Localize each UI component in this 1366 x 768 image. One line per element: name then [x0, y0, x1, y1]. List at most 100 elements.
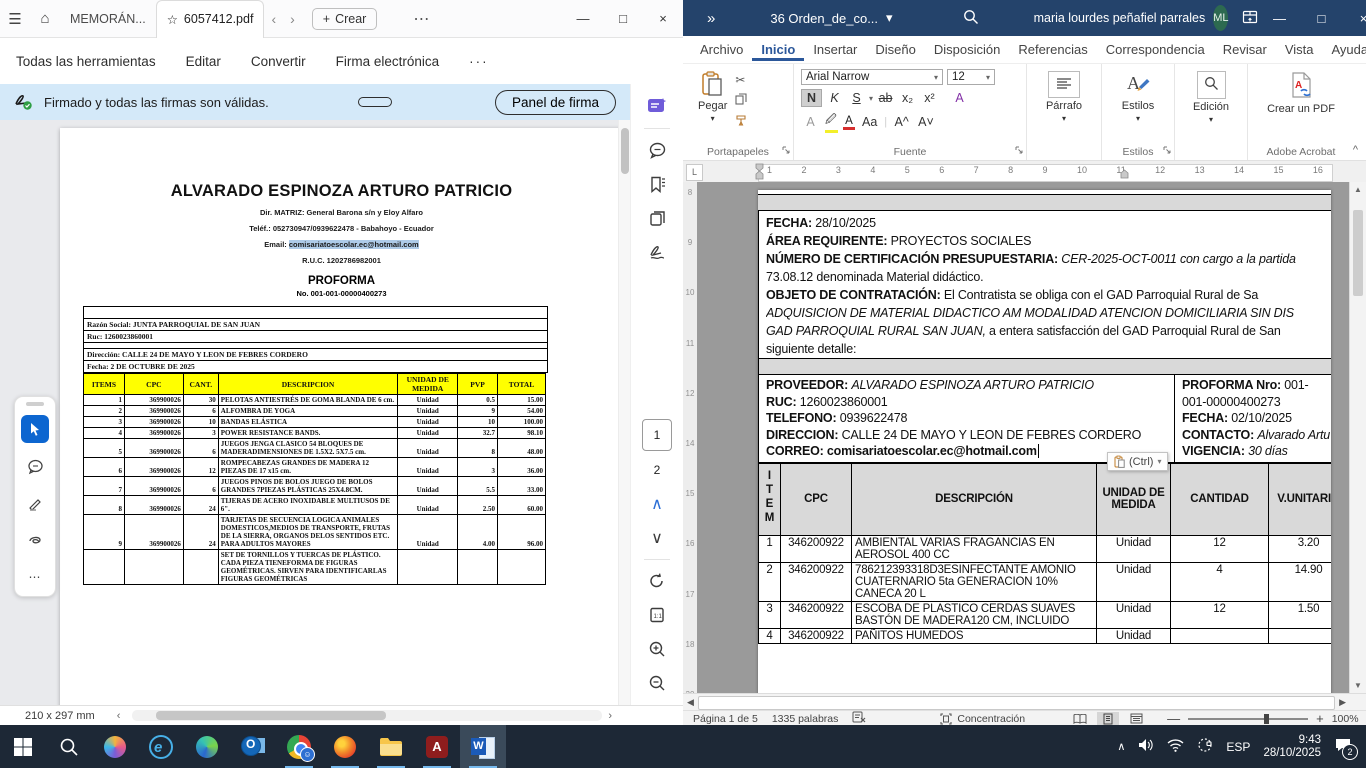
- font-name-select[interactable]: Arial Narrow▾: [801, 69, 943, 85]
- home-icon[interactable]: ⌂: [30, 10, 60, 27]
- proofing-icon[interactable]: [852, 711, 866, 726]
- internet-explorer-icon[interactable]: e: [138, 725, 184, 768]
- change-case-button[interactable]: Aa: [860, 114, 879, 130]
- hscroll-right-icon[interactable]: ›: [608, 710, 612, 722]
- subscript-button[interactable]: x₂: [898, 90, 917, 106]
- hscroll-left-arrow-icon[interactable]: ◀: [687, 697, 694, 708]
- vertical-ruler[interactable]: 89101112141516171820: [683, 182, 697, 693]
- scroll-down-icon[interactable]: ▼: [1354, 681, 1362, 690]
- edicion-dropdown-icon[interactable]: ▾: [1209, 115, 1213, 124]
- pdf-hscroll-thumb[interactable]: [156, 711, 386, 720]
- focus-mode-button[interactable]: Concentración: [940, 713, 1025, 725]
- page-up-icon[interactable]: ∧: [640, 487, 674, 521]
- zoom-percent[interactable]: 100%: [1332, 713, 1359, 725]
- fuente-dialog-launcher[interactable]: [1015, 145, 1023, 157]
- ribbon-display-options-icon[interactable]: [1242, 9, 1258, 28]
- acrobat-taskbar-icon[interactable]: A: [414, 725, 460, 768]
- zoom-out-icon[interactable]: [640, 666, 674, 700]
- zoom-slider[interactable]: [1188, 718, 1308, 720]
- maximize-button[interactable]: □: [603, 11, 643, 26]
- word-horizontal-scrollbar[interactable]: ◀ ▶: [683, 693, 1366, 711]
- tab-referencias[interactable]: Referencias: [1009, 38, 1096, 61]
- ai-assistant-icon[interactable]: [640, 90, 674, 124]
- tab-correspondencia[interactable]: Correspondencia: [1097, 38, 1214, 61]
- account-name[interactable]: maria lourdes peñafiel parrales: [1034, 11, 1206, 25]
- portapapeles-dialog-launcher[interactable]: [782, 145, 790, 157]
- superscript-button[interactable]: x²: [920, 90, 939, 106]
- menu-hamburger-icon[interactable]: ☰: [0, 10, 30, 28]
- page-down-icon[interactable]: ∨: [640, 521, 674, 555]
- tab-ayuda[interactable]: Ayuda: [1322, 38, 1366, 61]
- tab-revisar[interactable]: Revisar: [1214, 38, 1276, 61]
- page-thumbnails-icon[interactable]: [640, 201, 674, 235]
- horizontal-ruler[interactable]: L 12345678910111213141516: [683, 161, 1366, 184]
- lasso-tool-button[interactable]: [21, 526, 49, 554]
- parrafo-dropdown-icon[interactable]: ▾: [1062, 114, 1066, 123]
- tab-pdf-active[interactable]: ☆ 6057412.pdf: [156, 0, 265, 38]
- tab-archivo[interactable]: Archivo: [691, 38, 752, 61]
- cut-icon[interactable]: ✂: [735, 73, 747, 87]
- zoom-in-icon[interactable]: [640, 632, 674, 666]
- tab-disposicion[interactable]: Disposición: [925, 38, 1009, 61]
- crear-pdf-button[interactable]: A Crear un PDF: [1255, 69, 1347, 117]
- minimize-button[interactable]: —: [563, 11, 603, 26]
- signature-panel-icon[interactable]: [640, 235, 674, 269]
- menu-convertir[interactable]: Convertir: [251, 54, 306, 69]
- print-layout-icon[interactable]: [1097, 712, 1119, 726]
- supplier-info-row[interactable]: PROVEEDOR: ALVARADO ESPINOZA ARTURO PATR…: [758, 375, 1331, 463]
- document-title[interactable]: 36 Orden_de_co... ▾: [770, 10, 892, 26]
- estilos-dropdown-icon[interactable]: ▾: [1136, 114, 1140, 123]
- crear-button[interactable]: + Crear: [312, 8, 378, 30]
- next-tab-icon[interactable]: ›: [283, 11, 302, 27]
- page-count[interactable]: Página 1 de 5: [693, 713, 758, 725]
- underline-button[interactable]: S: [847, 90, 866, 106]
- document-canvas[interactable]: 89101112141516171820 FECHA: 28/10/2025 Á…: [683, 182, 1366, 693]
- close-button[interactable]: ×: [643, 11, 683, 26]
- tab-memorandum[interactable]: MEMORÁN...: [60, 0, 156, 37]
- read-mode-icon[interactable]: [1069, 712, 1091, 726]
- paste-options-dropdown-icon[interactable]: ▾: [1157, 457, 1161, 466]
- tab-diseno[interactable]: Diseño: [866, 38, 924, 61]
- menu-editar[interactable]: Editar: [186, 54, 221, 69]
- word-close-button[interactable]: ×: [1342, 11, 1366, 26]
- edicion-button[interactable]: Edición ▾: [1182, 69, 1240, 126]
- zoom-out-button[interactable]: —: [1167, 711, 1180, 726]
- tab-vista[interactable]: Vista: [1276, 38, 1323, 61]
- tab-insertar[interactable]: Insertar: [804, 38, 866, 61]
- taskbar-search-icon[interactable]: [46, 725, 92, 768]
- prev-tab-icon[interactable]: ‹: [264, 11, 283, 27]
- comment-tool-button[interactable]: [21, 452, 49, 480]
- language-indicator[interactable]: ESP: [1226, 740, 1250, 754]
- estilos-dialog-launcher[interactable]: [1163, 145, 1171, 157]
- outlook-icon[interactable]: O: [230, 725, 276, 768]
- firefox-icon[interactable]: [322, 725, 368, 768]
- tray-expand-icon[interactable]: ∧: [1117, 740, 1125, 753]
- clock[interactable]: 9:43 28/10/2025: [1263, 734, 1321, 760]
- tab-selector[interactable]: L: [686, 164, 703, 181]
- more-tools-icon[interactable]: ⋯: [21, 563, 49, 591]
- hscroll-right-arrow-icon[interactable]: ▶: [1339, 697, 1346, 708]
- menu-overflow-icon[interactable]: ···: [469, 54, 489, 69]
- notification-center-icon[interactable]: 2: [1334, 737, 1352, 756]
- titlebar-overflow-icon[interactable]: ⋯: [413, 9, 429, 29]
- file-explorer-icon[interactable]: [368, 725, 414, 768]
- document-text[interactable]: FECHA: 28/10/2025 ÁREA REQUIRENTE: PROYE…: [758, 211, 1331, 358]
- shrink-font-button[interactable]: A˅: [916, 114, 936, 130]
- collapse-ribbon-icon[interactable]: ^: [1353, 144, 1358, 156]
- page-number-next[interactable]: 2: [654, 463, 661, 477]
- scroll-up-icon[interactable]: ▲: [1354, 185, 1362, 194]
- panel-drag-handle[interactable]: [26, 402, 44, 406]
- copilot-icon[interactable]: [92, 725, 138, 768]
- paste-button[interactable]: Pegar ▾: [690, 69, 735, 129]
- wifi-icon[interactable]: [1167, 739, 1184, 755]
- panel-de-firma-button[interactable]: Panel de firma: [495, 90, 616, 115]
- start-button[interactable]: [0, 725, 46, 768]
- parrafo-button[interactable]: Párrafo ▾: [1034, 69, 1094, 125]
- word-maximize-button[interactable]: □: [1300, 11, 1342, 26]
- word-hscroll-thumb[interactable]: [698, 696, 1335, 710]
- pdf-scroll-thumb[interactable]: [621, 128, 629, 174]
- pdf-horizontal-scrollbar[interactable]: [132, 710, 602, 721]
- word-count[interactable]: 1335 palabras: [772, 713, 839, 725]
- page-fit-icon[interactable]: 1:1: [640, 598, 674, 632]
- strikethrough-button[interactable]: ab: [876, 90, 895, 106]
